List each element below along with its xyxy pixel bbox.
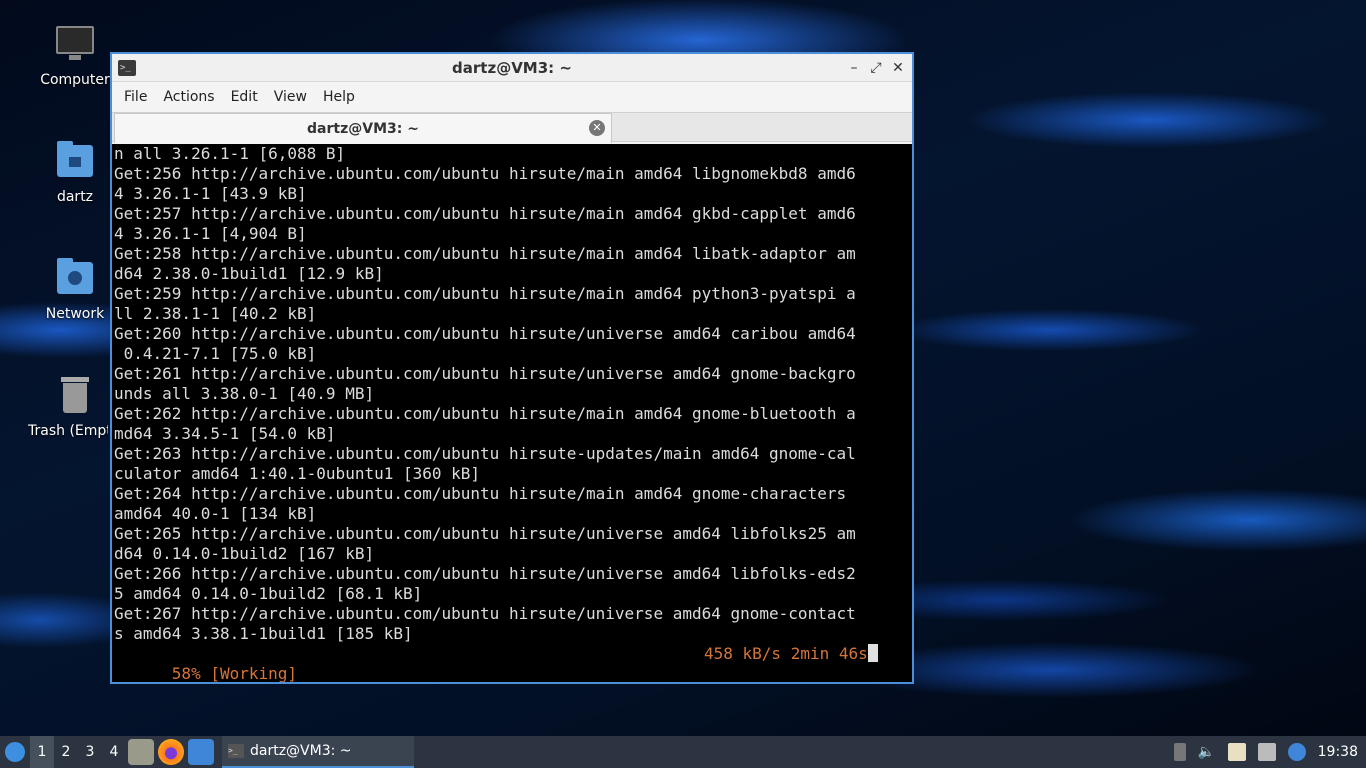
network-folder-icon	[53, 256, 97, 300]
workspace-4[interactable]: 4	[102, 744, 126, 760]
workspace-3[interactable]: 3	[78, 744, 102, 760]
download-speed: 458 kB/s 2min 46s	[704, 644, 868, 663]
computer-icon	[53, 22, 97, 66]
terminal-output[interactable]: n all 3.26.1-1 [6,088 B] Get:256 http://a…	[112, 144, 912, 682]
tab-bar: dartz@VM3: ~ ✕	[112, 112, 912, 143]
terminal-line: 0.4.21-7.1 [75.0 kB]	[114, 344, 317, 363]
desktop-icon-trash[interactable]: Trash (Empty)	[28, 373, 120, 439]
desktop-icon-home[interactable]: dartz	[30, 139, 120, 205]
terminal-line: Get:263 http://archive.ubuntu.com/ubuntu…	[114, 444, 856, 463]
menu-bar: File Actions Edit View Help	[112, 82, 912, 112]
volume-icon[interactable]: 🔈	[1198, 743, 1216, 761]
minimize-button[interactable]: –	[846, 58, 862, 78]
desktop-icon-label: Computer	[40, 72, 110, 88]
menu-file[interactable]: File	[116, 89, 155, 105]
workspace-2[interactable]: 2	[54, 744, 78, 760]
terminal-line: 5 amd64 0.14.0-1build2 [68.1 kB]	[114, 584, 423, 603]
terminal-line: Get:267 http://archive.ubuntu.com/ubuntu…	[114, 604, 856, 623]
tab-close-icon[interactable]: ✕	[589, 120, 605, 136]
apt-progress-line: 58% [Working] 458 kB/s 2min 46s	[114, 644, 912, 682]
system-tray: 🔈 19:38	[1173, 736, 1358, 768]
desktop-icon-label: Trash (Empty)	[28, 423, 108, 439]
clipboard-icon[interactable]	[1227, 743, 1246, 761]
terminal-line: Get:265 http://archive.ubuntu.com/ubuntu…	[114, 524, 856, 543]
text-cursor	[867, 644, 878, 662]
clock[interactable]: 19:38	[1318, 744, 1358, 760]
terminal-line: amd64 40.0-1 [134 kB]	[114, 504, 317, 523]
desktop-icon-label: Network	[45, 306, 105, 322]
file-manager-launcher-icon[interactable]	[128, 739, 154, 765]
terminal-icon: >_	[228, 744, 244, 758]
terminal-line: Get:257 http://archive.ubuntu.com/ubuntu…	[114, 204, 856, 223]
lubuntu-logo-icon	[5, 742, 25, 762]
menu-view[interactable]: View	[266, 89, 315, 105]
trash-icon	[53, 373, 97, 417]
desktop-icon-computer[interactable]: Computer	[30, 22, 120, 88]
terminal-line: d64 0.14.0-1build2 [167 kB]	[114, 544, 375, 563]
terminal-line: 4 3.26.1-1 [43.9 kB]	[114, 184, 307, 203]
tab-terminal[interactable]: dartz@VM3: ~ ✕	[114, 113, 612, 143]
progress-status: 58% [Working]	[171, 664, 298, 682]
desktop-icon-network[interactable]: Network	[30, 256, 120, 322]
task-terminal[interactable]: >_ dartz@VM3: ~	[222, 736, 414, 768]
notification-icon[interactable]	[1287, 743, 1306, 761]
terminal-line: Get:266 http://archive.ubuntu.com/ubuntu…	[114, 564, 856, 583]
battery-icon[interactable]	[1173, 743, 1186, 761]
firefox-launcher-icon[interactable]	[158, 739, 184, 765]
terminal-line: s amd64 3.38.1-1build1 [185 kB]	[114, 624, 413, 643]
start-menu-button[interactable]	[0, 736, 30, 768]
terminal-line: 4 3.26.1-1 [4,904 B]	[114, 224, 307, 243]
network-icon[interactable]	[1257, 743, 1276, 761]
menu-help[interactable]: Help	[315, 89, 363, 105]
terminal-line: Get:262 http://archive.ubuntu.com/ubuntu…	[114, 404, 856, 423]
terminal-line: Get:261 http://archive.ubuntu.com/ubuntu…	[114, 364, 856, 383]
terminal-line: n all 3.26.1-1 [6,088 B]	[114, 144, 346, 163]
terminal-line: md64 3.34.5-1 [54.0 kB]	[114, 424, 336, 443]
terminal-line: Get:256 http://archive.ubuntu.com/ubuntu…	[114, 164, 856, 183]
menu-edit[interactable]: Edit	[223, 89, 266, 105]
terminal-icon: >_	[118, 60, 136, 76]
terminal-window: >_ dartz@VM3: ~ – ⤢ ✕ File Actions Edit …	[110, 52, 914, 684]
menu-actions[interactable]: Actions	[155, 89, 222, 105]
window-title: dartz@VM3: ~	[452, 58, 572, 77]
desktop-icon-label: dartz	[56, 189, 94, 205]
terminal-line: unds all 3.38.0-1 [40.9 MB]	[114, 384, 375, 403]
terminal-line: ll 2.38.1-1 [40.2 kB]	[114, 304, 317, 323]
home-folder-icon	[53, 139, 97, 183]
tab-label: dartz@VM3: ~	[307, 120, 419, 137]
close-button[interactable]: ✕	[890, 58, 906, 78]
terminal-line: Get:264 http://archive.ubuntu.com/ubuntu…	[114, 484, 847, 503]
terminal-line: culator amd64 1:40.1-0ubuntu1 [360 kB]	[114, 464, 481, 483]
maximize-button[interactable]: ⤢	[868, 58, 884, 78]
terminal-line: Get:260 http://archive.ubuntu.com/ubuntu…	[114, 324, 856, 343]
terminal-line: Get:258 http://archive.ubuntu.com/ubuntu…	[114, 244, 856, 263]
window-titlebar[interactable]: >_ dartz@VM3: ~ – ⤢ ✕	[112, 54, 912, 82]
terminal-line: Get:259 http://archive.ubuntu.com/ubuntu…	[114, 284, 856, 303]
task-label: dartz@VM3: ~	[250, 743, 352, 759]
workspace-1[interactable]: 1	[30, 736, 54, 768]
show-desktop-icon[interactable]	[188, 739, 214, 765]
terminal-line: d64 2.38.0-1build1 [12.9 kB]	[114, 264, 384, 283]
taskbar: 1 2 3 4 >_ dartz@VM3: ~ 🔈 19:38	[0, 736, 1366, 768]
